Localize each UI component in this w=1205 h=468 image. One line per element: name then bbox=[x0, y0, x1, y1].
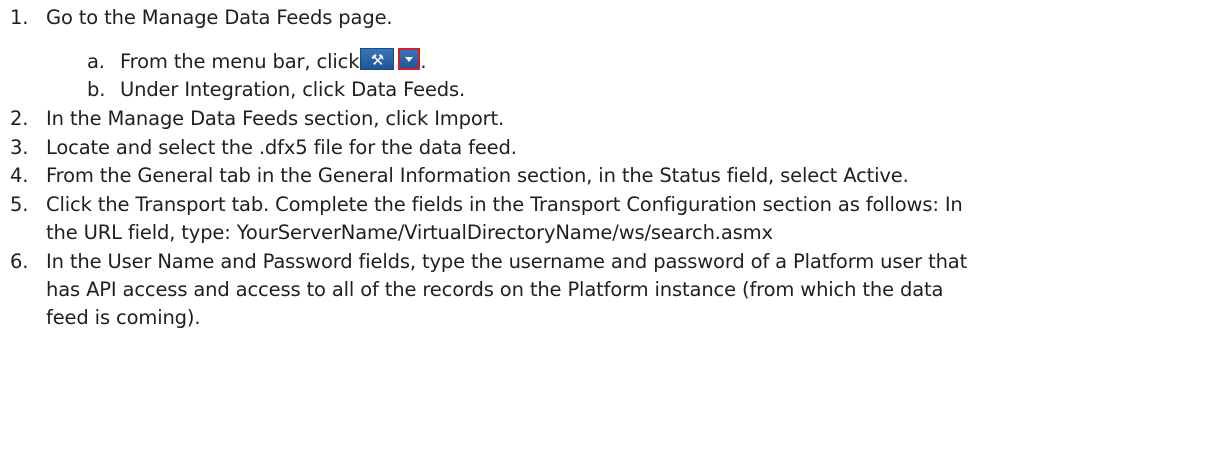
step-2-number: 2. bbox=[10, 107, 29, 130]
substep-b-text: Under Integration, click Data Feeds. bbox=[120, 78, 466, 101]
step-4-text: From the General tab in the General Info… bbox=[46, 164, 909, 187]
step-5-number: 5. bbox=[10, 193, 29, 216]
substep-b-number: b. bbox=[87, 78, 106, 101]
step-2-text: In the Manage Data Feeds section, click … bbox=[46, 107, 505, 130]
step-6-text-line-2: has API access and access to all of the … bbox=[46, 278, 944, 301]
step-6-number: 6. bbox=[10, 250, 29, 273]
toolbar-buttons: ⚒ bbox=[360, 47, 421, 71]
step-4-number: 4. bbox=[10, 164, 29, 187]
step-5-text-line-1: Click the Transport tab. Complete the fi… bbox=[46, 193, 963, 216]
substep-a-text: From the menu bar, click bbox=[120, 50, 360, 73]
step-3-number: 3. bbox=[10, 136, 29, 159]
step-3-text: Locate and select the .dfx5 file for the… bbox=[46, 136, 517, 159]
substep-a-line: From the menu bar, click ⚒. bbox=[120, 47, 427, 75]
chevron-down-icon[interactable] bbox=[398, 48, 421, 70]
step-1-text: Go to the Manage Data Feeds page. bbox=[46, 6, 393, 29]
step-5-text-line-2: the URL field, type: YourServerName/Virt… bbox=[46, 221, 773, 244]
step-1-number: 1. bbox=[10, 6, 29, 29]
step-6-text-line-3: feed is coming). bbox=[46, 306, 201, 329]
step-6-text-line-1: In the User Name and Password fields, ty… bbox=[46, 250, 968, 273]
substep-a-number: a. bbox=[87, 50, 105, 73]
substep-a-period: . bbox=[420, 50, 427, 73]
tools-icon[interactable]: ⚒ bbox=[360, 48, 395, 70]
